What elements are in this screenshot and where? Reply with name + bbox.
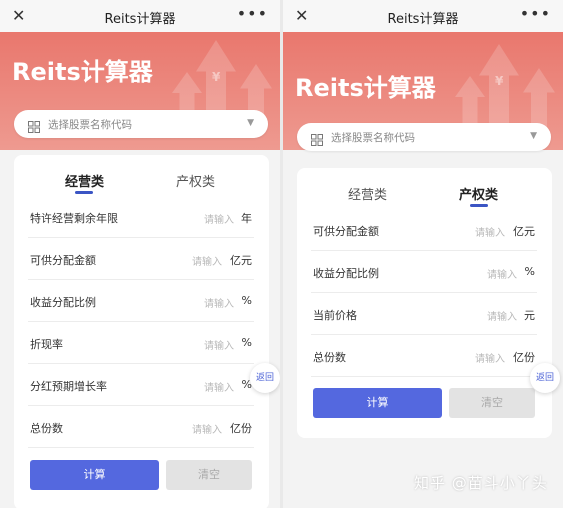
field-row: 收益分配比例 请输入 %: [311, 250, 537, 293]
more-icon[interactable]: •••: [520, 4, 551, 23]
field-input[interactable]: 请输入: [475, 350, 505, 365]
field-row: 当前价格 请输入 元: [311, 292, 537, 335]
field-input[interactable]: 请输入: [487, 308, 517, 323]
field-unit: %: [241, 294, 252, 307]
dropdown-caret-icon: ▼: [247, 118, 254, 128]
field-row: 折现率 请输入 %: [28, 321, 254, 364]
field-input[interactable]: 请输入: [204, 295, 234, 310]
field-unit: 亿元: [230, 254, 252, 267]
title-bar: ✕ Reits计算器 •••: [0, 0, 280, 32]
grid-icon: [311, 131, 323, 146]
watermark: 知乎 @苗斗小丫头: [414, 474, 548, 492]
banner-title: Reits计算器: [12, 58, 153, 86]
field-input[interactable]: 请输入: [192, 421, 222, 436]
field-input[interactable]: 请输入: [204, 337, 234, 352]
field-row: 分红预期增长率 请输入 %: [28, 363, 254, 406]
field-row: 总份数 请输入 亿份: [28, 405, 254, 448]
field-label: 可供分配金额: [313, 225, 379, 238]
field-row: 可供分配金额 请输入 亿元: [311, 208, 537, 251]
active-tab-underline: [470, 204, 488, 207]
stock-search-select[interactable]: 选择股票名称代码 ▼: [14, 110, 268, 138]
field-unit: 亿份: [230, 422, 252, 435]
field-input[interactable]: 请输入: [204, 211, 234, 226]
field-unit: 亿元: [513, 225, 535, 238]
banner-title: Reits计算器: [295, 74, 436, 102]
field-input[interactable]: 请输入: [204, 379, 234, 394]
active-tab-underline: [75, 191, 93, 194]
field-label: 收益分配比例: [313, 267, 379, 280]
tab-operating[interactable]: 经营类: [348, 184, 387, 203]
more-icon[interactable]: •••: [237, 4, 268, 23]
clear-button[interactable]: 清空: [449, 388, 535, 418]
tab-property[interactable]: 产权类: [176, 171, 215, 190]
field-unit: 亿份: [513, 351, 535, 364]
field-label: 分红预期增长率: [30, 380, 107, 393]
field-label: 收益分配比例: [30, 296, 96, 309]
title-bar: ✕ Reits计算器 •••: [283, 0, 563, 32]
field-label: 当前价格: [313, 309, 357, 322]
field-input[interactable]: 请输入: [487, 266, 517, 281]
clear-button[interactable]: 清空: [166, 460, 252, 490]
field-label: 总份数: [30, 422, 63, 435]
field-unit: 年: [241, 212, 252, 225]
stock-search-select[interactable]: 选择股票名称代码 ▼: [297, 123, 551, 151]
field-label: 特许经营剩余年限: [30, 212, 118, 225]
field-unit: 元: [524, 309, 535, 322]
calculate-button[interactable]: 计算: [30, 460, 159, 490]
field-label: 总份数: [313, 351, 346, 364]
yen-icon: ¥: [495, 74, 504, 88]
dropdown-caret-icon: ▼: [530, 131, 537, 141]
field-row: 可供分配金额 请输入 亿元: [28, 237, 254, 280]
tab-operating[interactable]: 经营类: [65, 171, 104, 190]
search-placeholder: 选择股票名称代码: [331, 132, 415, 144]
field-label: 折现率: [30, 338, 63, 351]
field-label: 可供分配金额: [30, 254, 96, 267]
grid-icon: [28, 118, 40, 133]
calculator-card: 经营类 产权类 可供分配金额 请输入 亿元 收益分配比例 请输入 % 当前价格 …: [297, 168, 552, 438]
field-unit: %: [241, 336, 252, 349]
left-screen: ✕ Reits计算器 ••• Reits计算器 ¥ 选择股票名称代码 ▼ 经营类…: [0, 0, 280, 508]
right-screen: ✕ Reits计算器 ••• Reits计算器 ¥ 选择股票名称代码 ▼ 经营类…: [283, 0, 563, 508]
field-row: 特许经营剩余年限 请输入 年: [28, 195, 254, 238]
calculator-card: 经营类 产权类 特许经营剩余年限 请输入 年 可供分配金额 请输入 亿元 收益分…: [14, 155, 269, 508]
field-input[interactable]: 请输入: [475, 224, 505, 239]
search-placeholder: 选择股票名称代码: [48, 119, 132, 131]
field-row: 总份数 请输入 亿份: [311, 334, 537, 377]
field-input[interactable]: 请输入: [192, 253, 222, 268]
arrow-graphic: [479, 44, 519, 134]
field-row: 收益分配比例 请输入 %: [28, 279, 254, 322]
back-button[interactable]: 返回: [250, 363, 280, 393]
calculate-button[interactable]: 计算: [313, 388, 442, 418]
yen-icon: ¥: [212, 70, 221, 84]
back-button[interactable]: 返回: [530, 363, 560, 393]
tab-property[interactable]: 产权类: [459, 184, 498, 203]
field-unit: %: [524, 265, 535, 278]
